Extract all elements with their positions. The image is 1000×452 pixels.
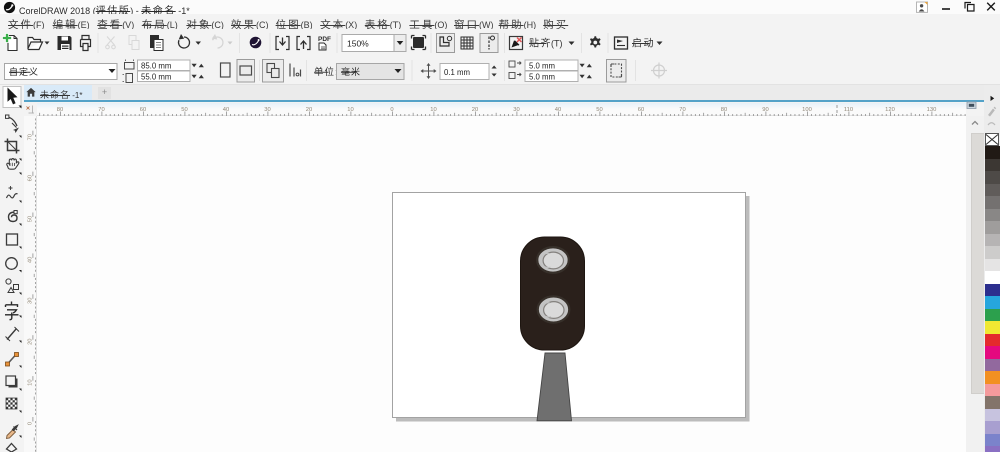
svg-text:0: 0	[390, 107, 393, 113]
svg-text:50: 50	[28, 216, 34, 222]
svg-text:40: 40	[555, 107, 561, 113]
svg-text:50: 50	[596, 107, 602, 113]
svg-text:20: 20	[306, 107, 312, 113]
svg-text:90: 90	[762, 107, 768, 113]
svg-text:40: 40	[28, 257, 34, 263]
svg-text:10: 10	[347, 107, 353, 113]
svg-text:10: 10	[28, 379, 34, 385]
svg-text:150%: 150%	[347, 39, 369, 49]
svg-text:55.0 mm: 55.0 mm	[141, 73, 171, 82]
svg-text:20: 20	[28, 338, 34, 344]
svg-text:30: 30	[264, 107, 270, 113]
svg-text:80: 80	[57, 107, 63, 113]
svg-text:30: 30	[513, 107, 519, 113]
svg-text:60: 60	[638, 107, 644, 113]
svg-text:5.0 mm: 5.0 mm	[529, 62, 555, 71]
svg-text:0.1 mm: 0.1 mm	[444, 68, 470, 77]
svg-text:110: 110	[844, 107, 853, 113]
svg-text:0: 0	[28, 422, 34, 425]
svg-text:70: 70	[679, 107, 685, 113]
svg-text:40: 40	[223, 107, 229, 113]
svg-text:120: 120	[885, 107, 895, 113]
svg-text:100: 100	[802, 107, 812, 113]
svg-text:70: 70	[98, 107, 104, 113]
svg-text:PDF: PDF	[318, 36, 331, 43]
svg-text:80: 80	[721, 107, 727, 113]
svg-text:50: 50	[181, 107, 187, 113]
svg-text:(T): (T)	[551, 39, 563, 49]
svg-text:10: 10	[430, 107, 436, 113]
svg-text:85.0 mm: 85.0 mm	[141, 62, 171, 71]
svg-text:130: 130	[927, 107, 937, 113]
svg-text:30: 30	[28, 298, 34, 304]
svg-text:20: 20	[472, 107, 478, 113]
svg-text:60: 60	[28, 175, 34, 181]
svg-text:毫米: 毫米	[341, 66, 361, 77]
svg-text:5.0 mm: 5.0 mm	[529, 73, 555, 82]
svg-text:自定义: 自定义	[9, 66, 39, 77]
svg-text:70: 70	[28, 134, 34, 140]
svg-text:60: 60	[140, 107, 146, 113]
